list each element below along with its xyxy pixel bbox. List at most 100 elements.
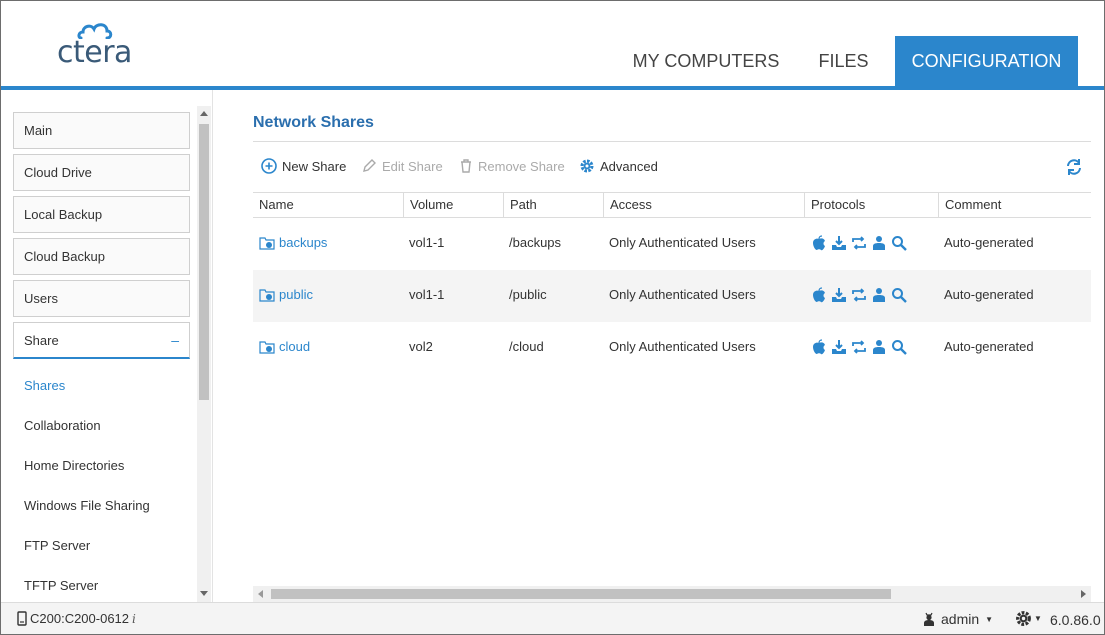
column-header-volume[interactable]: Volume	[403, 193, 503, 217]
column-header-name[interactable]: Name	[253, 193, 403, 217]
share-name-link[interactable]: backups	[259, 235, 327, 250]
chevron-down-icon: ▼	[985, 614, 994, 624]
scroll-down-icon[interactable]	[200, 591, 208, 596]
share-path: /cloud	[509, 339, 544, 354]
sidebar-item-label: Local Backup	[24, 207, 103, 222]
rsync-icon[interactable]	[850, 338, 868, 356]
edit-share-button[interactable]: Edit Share	[361, 158, 443, 174]
column-header-access[interactable]: Access	[603, 193, 804, 217]
advanced-button[interactable]: Advanced	[579, 158, 658, 174]
share-name: public	[279, 287, 313, 302]
sidebar-item-main[interactable]: Main	[13, 112, 190, 149]
apple-icon[interactable]	[810, 234, 828, 252]
sidebar-item-local-backup[interactable]: Local Backup	[13, 196, 190, 233]
trash-icon	[461, 159, 471, 173]
sidebar-item-label: Cloud Drive	[24, 165, 92, 180]
apple-icon[interactable]	[810, 286, 828, 304]
tab-files[interactable]: FILES	[801, 36, 886, 87]
network-folder-icon	[259, 288, 275, 302]
share-access: Only Authenticated Users	[609, 339, 756, 354]
chevron-down-icon: ▼	[1034, 614, 1042, 623]
column-header-comment[interactable]: Comment	[938, 193, 1091, 217]
advanced-label: Advanced	[600, 158, 658, 174]
version-label: 6.0.86.0	[1050, 612, 1101, 628]
share-name-link[interactable]: public	[259, 287, 313, 302]
share-name: cloud	[279, 339, 311, 354]
scroll-left-icon[interactable]	[258, 590, 263, 598]
share-path: /public	[509, 287, 547, 302]
admin-user-icon	[924, 612, 934, 626]
network-folder-icon	[259, 236, 275, 250]
collapse-icon[interactable]: –	[171, 323, 179, 358]
info-icon[interactable]: i	[132, 612, 136, 626]
table-row[interactable]: public vol1-1 /public Only Authenticated…	[253, 270, 1091, 322]
divider	[253, 141, 1091, 142]
sidebar-item-cloud-backup[interactable]: Cloud Backup	[13, 238, 190, 275]
user-menu[interactable]: admin ▼	[923, 611, 993, 627]
scrollbar-thumb[interactable]	[271, 589, 891, 599]
column-header-protocols[interactable]: Protocols	[804, 193, 938, 217]
sidebar-subitem-windows-file-sharing[interactable]: Windows File Sharing	[24, 498, 150, 513]
search-icon[interactable]	[890, 234, 908, 252]
network-folder-icon	[259, 340, 275, 354]
user-icon[interactable]	[870, 286, 888, 304]
device-indicator[interactable]: C200:C200-0612 i	[17, 611, 136, 626]
scrollbar-thumb[interactable]	[199, 124, 209, 400]
tab-configuration[interactable]: CONFIGURATION	[895, 36, 1078, 87]
user-name: admin	[941, 611, 980, 627]
nfs-download-icon[interactable]	[830, 286, 848, 304]
settings-menu[interactable]: ▼	[1015, 610, 1042, 627]
table-row[interactable]: backups vol1-1 /backups Only Authenticat…	[253, 218, 1091, 270]
share-comment: Auto-generated	[944, 339, 1034, 354]
new-share-button[interactable]: New Share	[261, 158, 346, 174]
sidebar-subitem-collaboration[interactable]: Collaboration	[24, 418, 101, 433]
sidebar-subitem-shares[interactable]: Shares	[24, 378, 65, 393]
tab-my-computers[interactable]: MY COMPUTERS	[621, 36, 791, 87]
share-name-link[interactable]: cloud	[259, 339, 310, 354]
pencil-icon	[363, 159, 376, 172]
edit-share-label: Edit Share	[382, 158, 443, 174]
protocol-icons	[810, 286, 908, 304]
user-icon[interactable]	[870, 338, 888, 356]
nfs-download-icon[interactable]	[830, 338, 848, 356]
status-bar: C200:C200-0612 i admin ▼ ▼ 6.0.86.0	[1, 602, 1104, 634]
page-title: Network Shares	[253, 114, 374, 131]
sidebar-subitem-ftp-server[interactable]: FTP Server	[24, 538, 90, 553]
sidebar-subitem-home-directories[interactable]: Home Directories	[24, 458, 124, 473]
sidebar-item-users[interactable]: Users	[13, 280, 190, 317]
column-header-path[interactable]: Path	[503, 193, 603, 217]
sidebar-subitem-tftp-server[interactable]: TFTP Server	[24, 578, 98, 593]
nfs-download-icon[interactable]	[830, 234, 848, 252]
sidebar-item-share[interactable]: Share –	[13, 322, 190, 359]
table-horizontal-scrollbar[interactable]	[253, 586, 1091, 602]
sidebar-item-label: Main	[24, 123, 53, 138]
sidebar-item-label: Users	[24, 291, 58, 306]
device-icon	[17, 611, 27, 626]
scroll-up-icon[interactable]	[200, 111, 208, 116]
sidebar-item-cloud-drive[interactable]: Cloud Drive	[13, 154, 190, 191]
share-path: /backups	[509, 235, 562, 250]
share-volume: vol2	[409, 339, 433, 354]
share-volume: vol1-1	[409, 235, 445, 250]
apple-icon[interactable]	[810, 338, 828, 356]
table-header: Name Volume Path Access Protocols Commen…	[253, 192, 1091, 218]
sidebar: Main Cloud Drive Local Backup Cloud Back…	[1, 90, 213, 602]
remove-share-button[interactable]: Remove Share	[459, 158, 565, 174]
search-icon[interactable]	[890, 286, 908, 304]
share-access: Only Authenticated Users	[609, 235, 756, 250]
rsync-icon[interactable]	[850, 234, 868, 252]
rsync-icon[interactable]	[850, 286, 868, 304]
share-access: Only Authenticated Users	[609, 287, 756, 302]
protocol-icons	[810, 234, 908, 252]
share-name: backups	[279, 235, 328, 250]
ctera-logo: ctera	[57, 19, 157, 71]
share-comment: Auto-generated	[944, 287, 1034, 302]
user-icon[interactable]	[870, 234, 888, 252]
scroll-right-icon[interactable]	[1081, 590, 1086, 598]
main-panel: Network Shares New Share Edit Share Remo…	[214, 90, 1104, 602]
remove-share-label: Remove Share	[478, 158, 565, 174]
table-row[interactable]: cloud vol2 /cloud Only Authenticated Use…	[253, 322, 1091, 374]
sidebar-scrollbar[interactable]	[197, 106, 211, 602]
search-icon[interactable]	[890, 338, 908, 356]
refresh-button[interactable]	[1065, 158, 1083, 179]
